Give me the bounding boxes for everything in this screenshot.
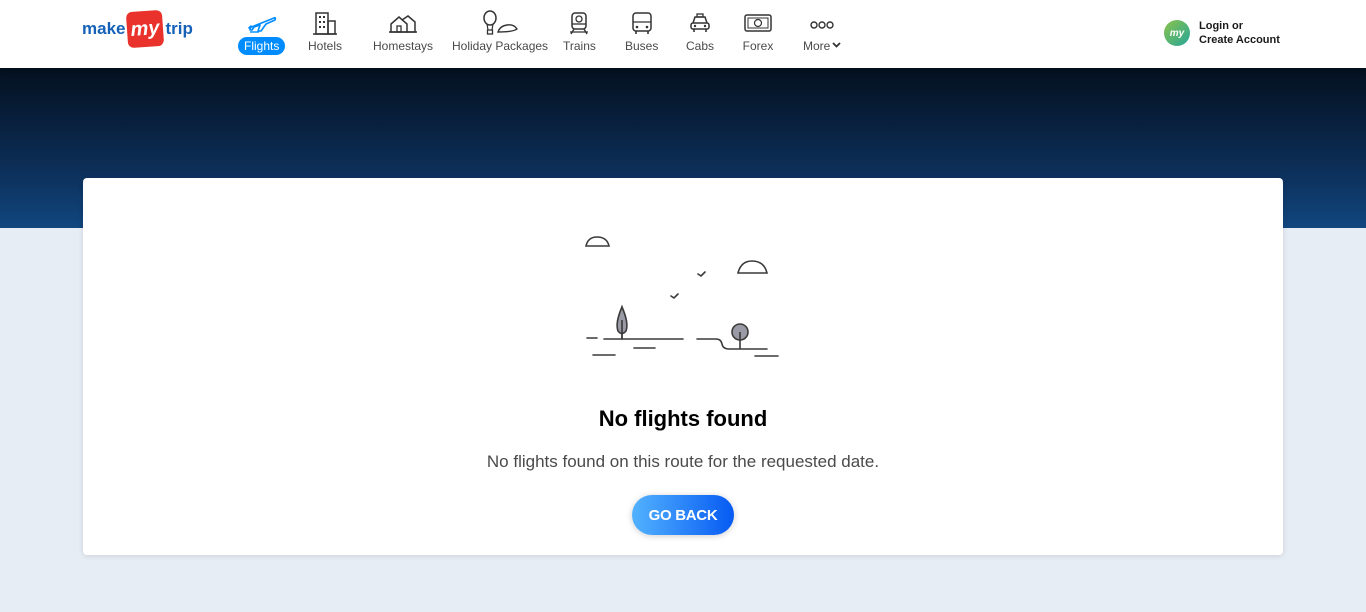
no-flights-title: No flights found bbox=[598, 406, 768, 431]
nav-label-more: More bbox=[803, 39, 841, 53]
no-results-card: No flights found No flights found on thi… bbox=[83, 178, 1283, 555]
account-avatar: my bbox=[1164, 20, 1190, 46]
currency-note-icon bbox=[742, 10, 774, 36]
account-text: Login or Create Account bbox=[1199, 19, 1280, 47]
logo-text-my: my bbox=[126, 9, 165, 49]
login-create-account[interactable]: my Login or Create Account bbox=[1164, 19, 1280, 47]
train-icon bbox=[563, 10, 595, 36]
top-header: make my trip Flights Hotels Homestays Ho… bbox=[0, 0, 1366, 68]
nav-item-cabs[interactable]: Cabs bbox=[684, 10, 716, 60]
logo-text-make: make bbox=[82, 19, 126, 38]
makemytrip-logo[interactable]: make my trip bbox=[82, 9, 198, 49]
nav-item-holiday-packages[interactable]: Holiday Packages bbox=[452, 10, 548, 60]
balloon-island-icon bbox=[480, 10, 520, 36]
nav-label-hotels: Hotels bbox=[308, 39, 343, 53]
nav-item-hotels[interactable]: Hotels bbox=[308, 10, 342, 60]
nav-label-buses: Buses bbox=[625, 39, 659, 53]
no-flights-message: No flights found on this route for the r… bbox=[486, 452, 880, 471]
nav-item-more[interactable]: More bbox=[803, 10, 841, 60]
nav-label-holiday-packages: Holiday Packages bbox=[452, 39, 549, 53]
go-back-button[interactable]: GO BACK bbox=[632, 495, 734, 535]
login-label: Login or bbox=[1199, 20, 1243, 32]
plane-icon bbox=[246, 10, 278, 36]
nav-item-flights[interactable]: Flights bbox=[238, 10, 286, 60]
nav-item-forex[interactable]: Forex bbox=[742, 10, 774, 60]
nav-label-trains: Trains bbox=[563, 39, 596, 53]
nav-item-homestays[interactable]: Homestays bbox=[373, 10, 433, 60]
empty-landscape-illustration bbox=[585, 236, 779, 357]
nav-label-cabs: Cabs bbox=[685, 39, 714, 53]
bus-icon bbox=[626, 10, 658, 36]
nav-label-forex: Forex bbox=[742, 39, 774, 53]
hotel-building-icon bbox=[309, 10, 341, 36]
logo-text-trip: trip bbox=[165, 19, 193, 38]
chevron-down-icon bbox=[832, 42, 841, 48]
more-label-text: More bbox=[803, 39, 831, 53]
nav-label-homestays: Homestays bbox=[373, 39, 434, 53]
more-dots-icon bbox=[806, 10, 838, 36]
nav-label-flights: Flights bbox=[238, 37, 286, 55]
nav-item-trains[interactable]: Trains bbox=[563, 10, 596, 60]
taxi-icon bbox=[684, 10, 716, 36]
create-account-label: Create Account bbox=[1199, 34, 1280, 46]
house-icon bbox=[387, 10, 419, 36]
nav-item-buses[interactable]: Buses bbox=[625, 10, 658, 60]
